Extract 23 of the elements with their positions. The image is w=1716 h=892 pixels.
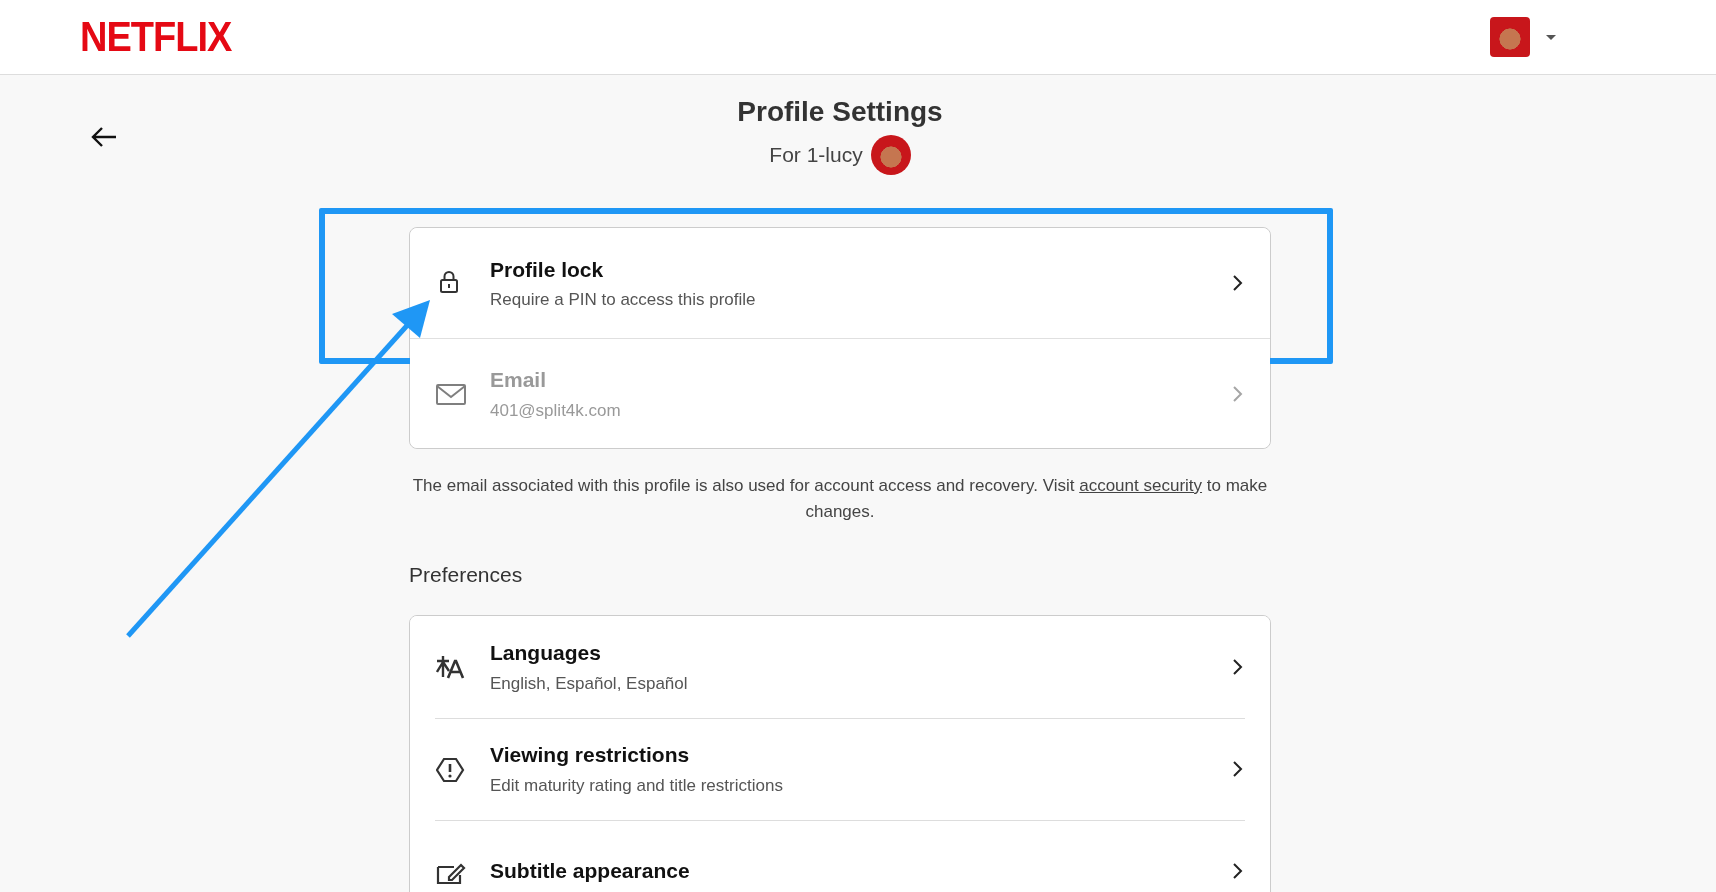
- item-description: Edit maturity rating and title restrictions: [490, 774, 784, 797]
- item-title: Languages: [490, 640, 602, 666]
- page-title: Profile Settings: [736, 95, 944, 129]
- caret-icon[interactable]: [1546, 34, 1556, 40]
- item-description: English, Español, Español: [490, 672, 689, 695]
- chevron-right-icon: [1232, 759, 1244, 778]
- back-arrow-icon[interactable]: [90, 126, 118, 148]
- chevron-right-icon: [1232, 657, 1244, 676]
- item-title: Profile lock: [490, 256, 605, 283]
- logo[interactable]: NETFLIX: [80, 16, 232, 58]
- chevron-right-icon: [1232, 274, 1244, 292]
- info-text: The email associated with this profile is also used for account access and recovery. Visit account security to make changes.: [411, 475, 1269, 523]
- section-heading: Preferences: [409, 562, 524, 588]
- item-description: Require a PIN to access this profile: [490, 289, 757, 311]
- item-description: 401@split4k.com: [490, 399, 622, 422]
- item-title: Subtitle appearance: [490, 857, 691, 884]
- chevron-right-icon: [1232, 384, 1244, 403]
- profile-avatar: [870, 135, 911, 175]
- item-title: Email: [490, 367, 548, 393]
- account-security-link[interactable]: account security: [1079, 476, 1203, 495]
- chevron-right-icon: [1232, 861, 1244, 880]
- profile-name: For 1-lucy: [769, 142, 863, 169]
- item-title: Viewing restrictions: [490, 742, 691, 768]
